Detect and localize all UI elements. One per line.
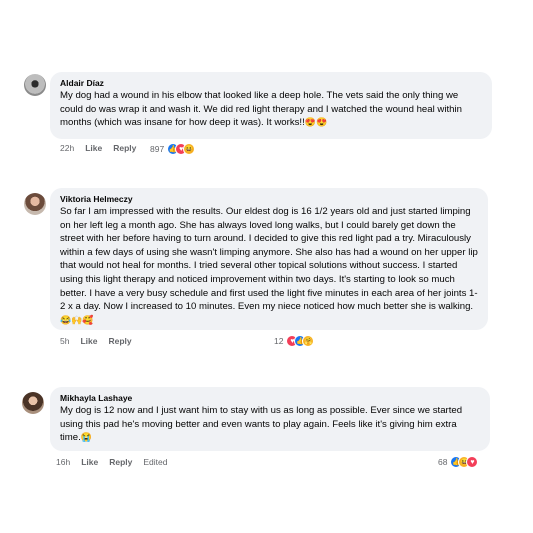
reactions-summary[interactable]: 68 👍 😆 ♥ xyxy=(438,456,479,468)
timestamp[interactable]: 16h xyxy=(56,457,70,467)
comment-bubble: Viktoria Helmeczy So far I am impressed … xyxy=(50,188,488,330)
comment-emojis: 😂🙌🥰 xyxy=(60,314,94,325)
timestamp[interactable]: 5h xyxy=(60,336,69,346)
comment-author[interactable]: Mikhayla Lashaye xyxy=(60,393,480,404)
edited-label[interactable]: Edited xyxy=(143,457,167,467)
like-button[interactable]: Like xyxy=(81,457,98,467)
love-reaction-icon: ♥ xyxy=(466,456,479,468)
timestamp[interactable]: 22h xyxy=(60,143,74,153)
reactions-summary[interactable]: 897 👍 ♥ 😆 xyxy=(150,143,196,155)
comment-emojis: 😍😍 xyxy=(304,117,328,128)
comment-bubble: Mikhayla Lashaye My dog is 12 now and I … xyxy=(50,387,490,451)
comment-text: So far I am impressed with the results. … xyxy=(60,206,478,325)
avatar[interactable] xyxy=(24,193,46,215)
reaction-count: 12 xyxy=(274,336,284,346)
reactions-summary[interactable]: 12 ♥ 👍 🤗 xyxy=(274,335,315,347)
reaction-count: 897 xyxy=(150,144,165,154)
avatar[interactable] xyxy=(22,392,44,414)
comment-emojis: 😭 xyxy=(80,432,93,443)
comment-bubble: Aldair Díaz My dog had a wound in his el… xyxy=(50,72,492,139)
reply-button[interactable]: Reply xyxy=(113,143,136,153)
avatar[interactable] xyxy=(24,74,46,96)
reply-button[interactable]: Reply xyxy=(108,336,131,346)
comment-actions: 16h Like Reply Edited xyxy=(56,457,167,467)
comment-actions: 5h Like Reply xyxy=(60,336,132,346)
reply-button[interactable]: Reply xyxy=(109,457,132,467)
care-reaction-icon: 🤗 xyxy=(302,335,315,347)
reaction-count: 68 xyxy=(438,457,448,467)
like-button[interactable]: Like xyxy=(85,143,102,153)
like-button[interactable]: Like xyxy=(80,336,97,346)
comment-author[interactable]: Viktoria Helmeczy xyxy=(60,194,478,205)
comment-author[interactable]: Aldair Díaz xyxy=(60,78,482,89)
comment-actions: 22h Like Reply xyxy=(60,143,136,153)
haha-reaction-icon: 😆 xyxy=(183,143,196,155)
comment-text: My dog had a wound in his elbow that loo… xyxy=(60,90,462,129)
comment-text: My dog is 12 now and I just want him to … xyxy=(60,405,463,444)
